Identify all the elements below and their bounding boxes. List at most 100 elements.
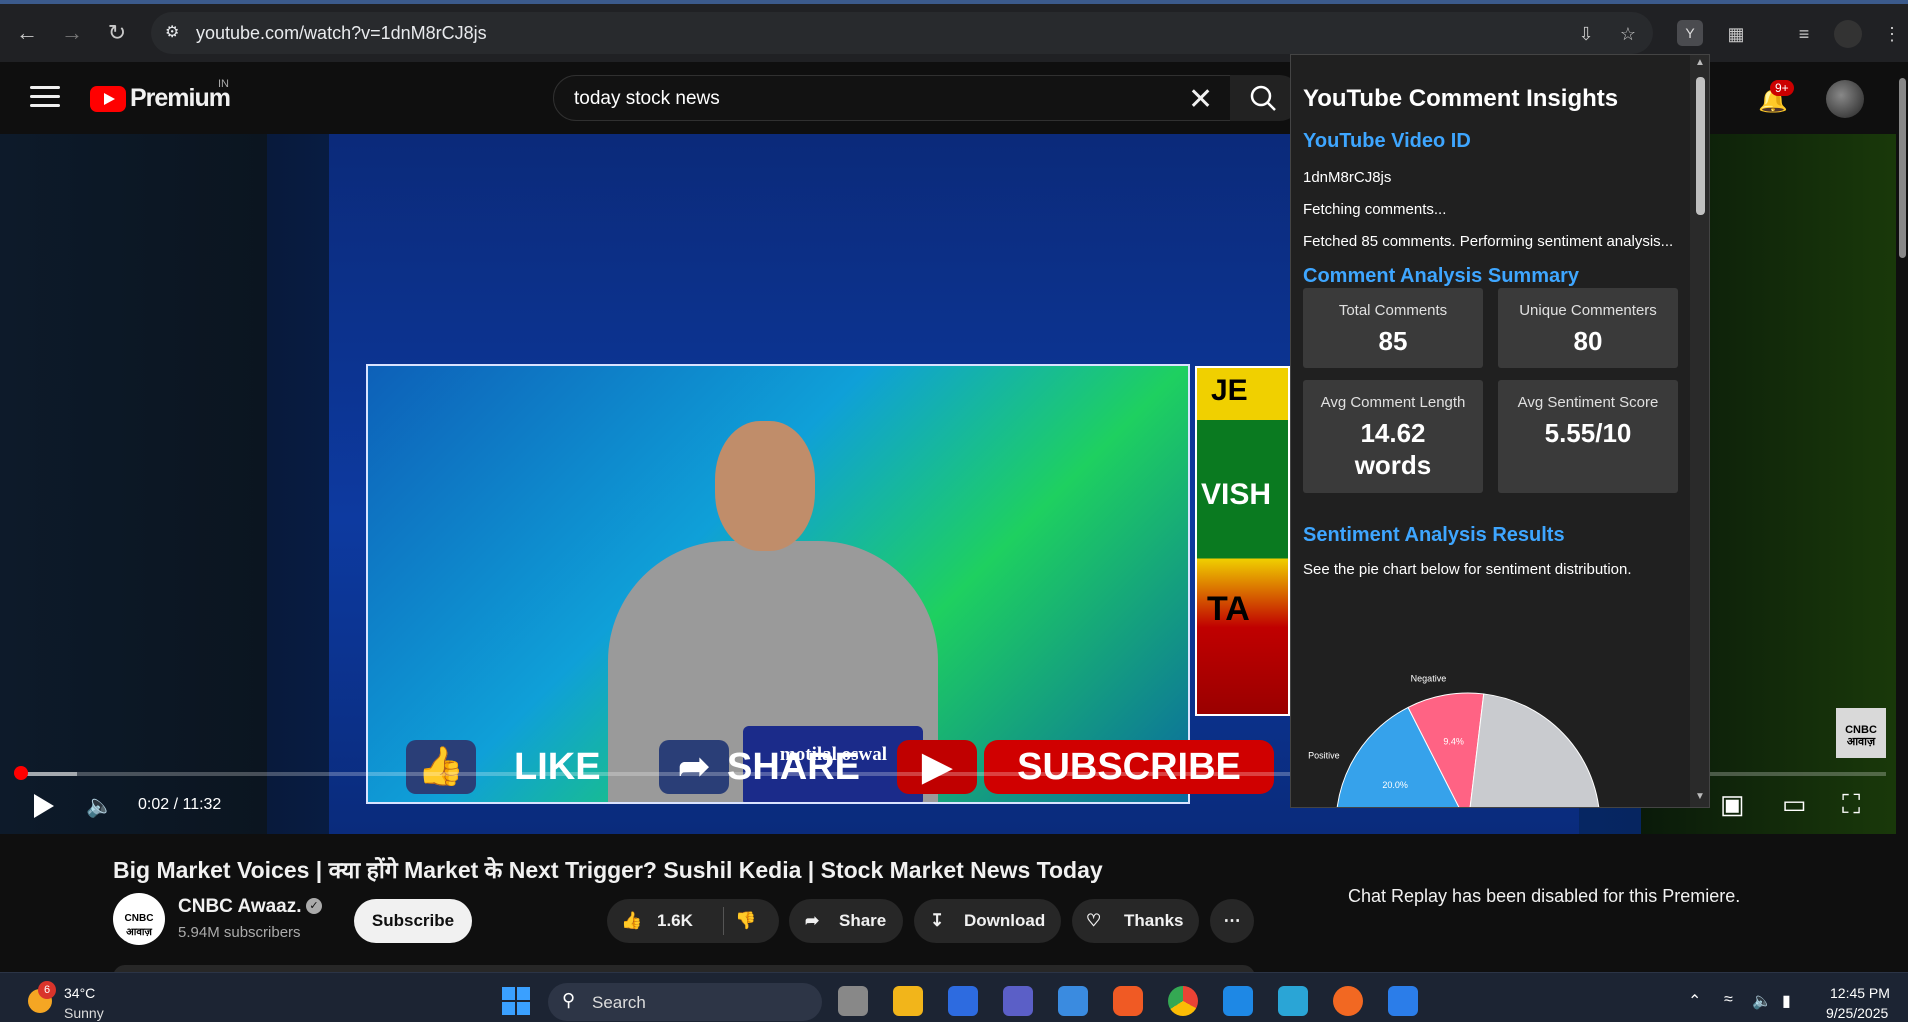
- thanks-heart-icon: ♡: [1086, 911, 1102, 930]
- share-arrow-icon: ➦: [659, 740, 729, 794]
- subscribe-button[interactable]: Subscribe: [354, 899, 472, 943]
- sentiment-pie-chart: 20.0% Positive 9.4% Negative: [1303, 655, 1683, 807]
- channel-avatar[interactable]: CNBC आवाज़: [113, 893, 165, 945]
- channel-name[interactable]: CNBC Awaaz.: [178, 896, 302, 918]
- channel-watermark: CNBC आवाज़: [1836, 708, 1886, 758]
- chat-replay-message: Chat Replay has been disabled for this P…: [1348, 886, 1741, 906]
- weather-condition[interactable]: Sunny: [64, 1005, 104, 1021]
- play-button[interactable]: [32, 792, 54, 820]
- stat-label: Unique Commenters: [1519, 302, 1657, 319]
- video-title: Big Market Voices | क्या होंगे Market के…: [113, 857, 1103, 883]
- cta-share-text: SHARE: [727, 746, 861, 788]
- clear-search-icon[interactable]: ✕: [1188, 82, 1213, 117]
- thanks-button[interactable]: ♡ Thanks: [1072, 899, 1199, 943]
- theater-mode-icon[interactable]: ▭: [1782, 789, 1807, 820]
- site-info-icon[interactable]: ⚙: [165, 22, 187, 44]
- vscode-icon[interactable]: [1223, 986, 1253, 1016]
- video-id-value: 1dnM8rCJ8js: [1303, 169, 1392, 186]
- chrome-menu-icon[interactable]: ⋮: [1878, 20, 1906, 48]
- side-graphic-bottom: TA: [1207, 590, 1250, 628]
- browser-toolbar: ← → ↻ ⚙ youtube.com/watch?v=1dnM8rCJ8js …: [0, 0, 1908, 62]
- account-avatar[interactable]: [1826, 80, 1864, 118]
- app-icon[interactable]: [1333, 986, 1363, 1016]
- scroll-down-icon[interactable]: ▼: [1695, 791, 1705, 802]
- stat-label: Total Comments: [1338, 302, 1448, 319]
- speaker-icon[interactable]: 🔈: [1752, 991, 1772, 1011]
- volume-icon[interactable]: 🔈: [86, 793, 113, 819]
- youtube-play-icon: ▶: [897, 740, 977, 794]
- address-bar[interactable]: ⚙ youtube.com/watch?v=1dnM8rCJ8js: [151, 12, 1653, 54]
- profile-avatar-icon[interactable]: [1834, 20, 1862, 48]
- back-icon[interactable]: ←: [12, 18, 42, 48]
- stat-card-unique-commenters: Unique Commenters 80: [1498, 288, 1678, 368]
- stat-card-avg-sentiment: Avg Sentiment Score 5.55/10: [1498, 380, 1678, 493]
- file-explorer-icon[interactable]: [893, 986, 923, 1016]
- forward-icon[interactable]: →: [57, 18, 87, 48]
- menu-icon[interactable]: [30, 86, 60, 110]
- download-button[interactable]: ↧ Download: [914, 899, 1061, 943]
- extension-y-icon[interactable]: Y: [1677, 20, 1703, 46]
- stat-card-avg-length: Avg Comment Length 14.62 words: [1303, 380, 1483, 493]
- side-graphic-mid: VISH: [1201, 478, 1272, 511]
- search-query: today stock news: [574, 88, 720, 109]
- tray-overflow-icon[interactable]: ⌃: [1688, 991, 1701, 1011]
- thanks-label: Thanks: [1124, 911, 1184, 930]
- fullscreen-icon[interactable]: ⛶: [1842, 789, 1860, 821]
- pie-svg: 20.0% Positive 9.4% Negative: [1308, 673, 1600, 807]
- chrome-icon[interactable]: [1168, 986, 1198, 1016]
- extension-popup: YouTube Comment Insights YouTube Video I…: [1290, 54, 1710, 808]
- app-icon[interactable]: [948, 986, 978, 1016]
- more-actions-icon[interactable]: ⋯: [1210, 899, 1254, 943]
- youtube-premium-logo[interactable]: Premium: [90, 84, 231, 113]
- progress-scrubber[interactable]: [14, 766, 28, 780]
- pie-slice-label: Positive: [1308, 751, 1340, 761]
- clock-date[interactable]: 9/25/2025: [1826, 1005, 1888, 1021]
- search-input[interactable]: today stock news ✕: [553, 75, 1253, 121]
- wifi-icon[interactable]: ≈: [1724, 991, 1733, 1009]
- share-label: Share: [839, 911, 887, 930]
- start-button[interactable]: [502, 987, 530, 1015]
- taskbar-search[interactable]: ⚲ Search: [548, 983, 822, 1021]
- battery-icon[interactable]: ▮: [1782, 991, 1791, 1011]
- weather-badge: 6: [38, 981, 56, 999]
- brave-icon[interactable]: [1113, 986, 1143, 1016]
- photos-icon[interactable]: [1388, 986, 1418, 1016]
- extension-title: YouTube Comment Insights: [1303, 85, 1619, 112]
- summary-heading: Comment Analysis Summary: [1303, 265, 1580, 287]
- miniplayer-icon[interactable]: ▣: [1720, 789, 1745, 820]
- url-text: youtube.com/watch?v=1dnM8rCJ8js: [196, 23, 487, 43]
- media-control-icon[interactable]: ≡: [1790, 20, 1818, 48]
- like-icon[interactable]: 👍: [621, 899, 642, 943]
- weather-temperature[interactable]: 34°C: [64, 985, 95, 1001]
- reload-icon[interactable]: ↻: [102, 18, 132, 48]
- clock-time[interactable]: 12:45 PM: [1830, 985, 1890, 1001]
- stat-value: 5.55/10: [1544, 418, 1632, 448]
- share-button[interactable]: ➦ Share: [789, 899, 903, 943]
- scroll-up-icon[interactable]: ▲: [1695, 57, 1705, 68]
- cta-like-text: LIKE: [514, 746, 601, 788]
- subscriber-count: 5.94M subscribers: [178, 924, 301, 941]
- anchor-head: [715, 421, 815, 551]
- pie-percent-label: 20.0%: [1382, 780, 1408, 790]
- stock-side-graphic: JE VISH TA: [1195, 366, 1290, 716]
- dislike-icon[interactable]: 👎: [735, 899, 756, 943]
- store-icon[interactable]: [1058, 986, 1088, 1016]
- status-fetching: Fetching comments...: [1303, 201, 1447, 218]
- extension-scrollbar-thumb[interactable]: [1696, 77, 1705, 215]
- bookmark-star-icon[interactable]: ☆: [1614, 20, 1642, 48]
- download-icon: ↧: [930, 911, 945, 930]
- results-heading: Sentiment Analysis Results: [1303, 524, 1565, 546]
- cta-subscribe-text: SUBSCRIBE: [984, 740, 1274, 794]
- stat-value: 85: [1378, 326, 1408, 356]
- pie-slice-label: Negative: [1411, 673, 1447, 683]
- extensions-puzzle-icon[interactable]: ▦: [1722, 20, 1750, 48]
- task-view-icon[interactable]: [838, 986, 868, 1016]
- notepad-icon[interactable]: [1278, 986, 1308, 1016]
- install-app-icon[interactable]: ⇩: [1572, 20, 1600, 48]
- country-code: IN: [218, 78, 229, 90]
- page-scrollbar-thumb[interactable]: [1899, 78, 1906, 258]
- teams-icon[interactable]: [1003, 986, 1033, 1016]
- like-count[interactable]: 1.6K: [657, 899, 693, 943]
- tab-strip: [0, 0, 1908, 4]
- cta-band: 👍 LIKE ➦ SHARE ▶ SUBSCRIBE: [329, 730, 1279, 810]
